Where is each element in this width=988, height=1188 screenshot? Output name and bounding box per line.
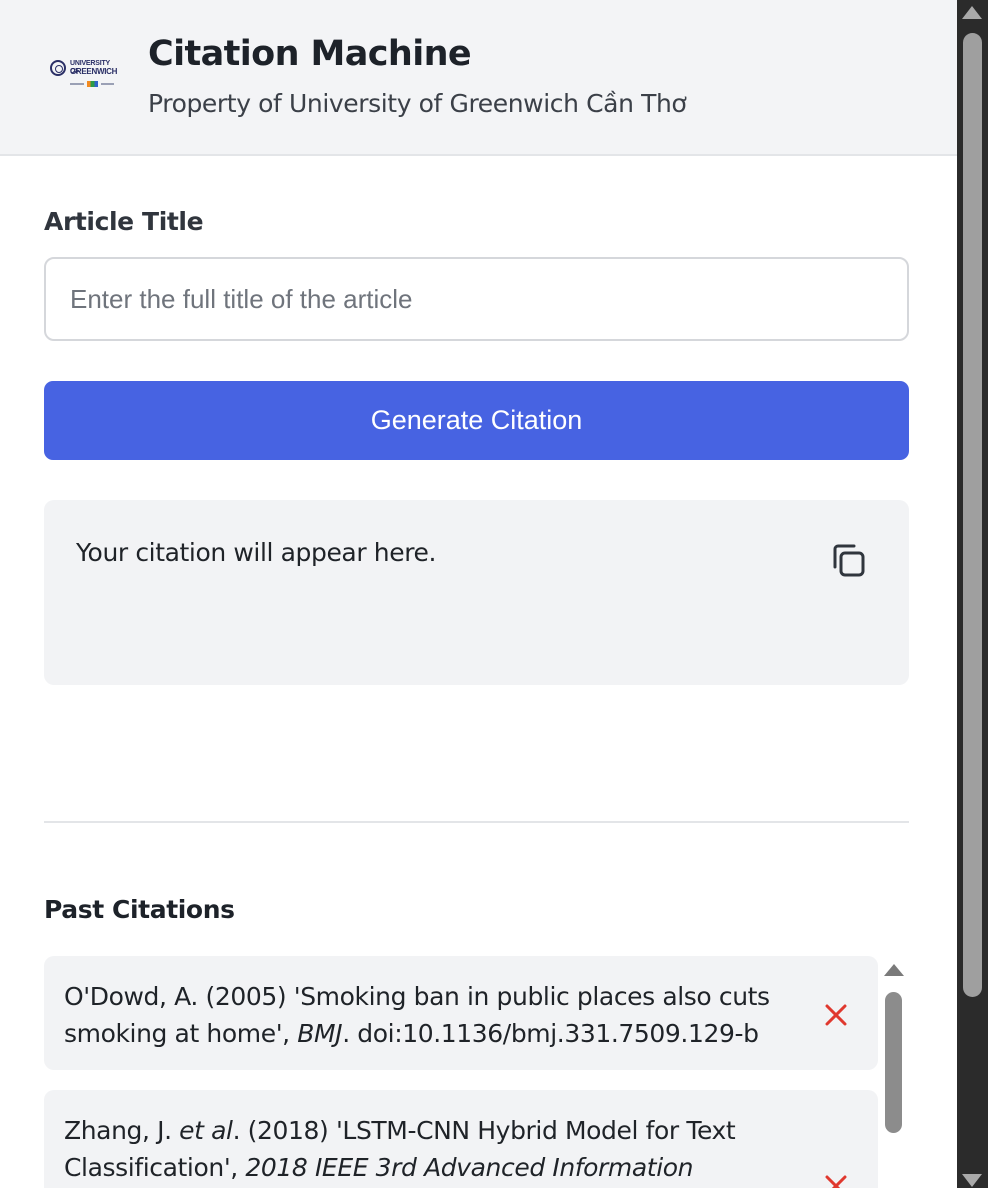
delete-citation-icon[interactable] bbox=[822, 1001, 850, 1029]
article-title-input[interactable] bbox=[44, 257, 909, 341]
past-citation-text: O'Dowd, A. (2005) 'Smoking ban in public… bbox=[64, 982, 770, 1048]
app-title: Citation Machine bbox=[148, 34, 472, 74]
past-citations-heading: Past Citations bbox=[44, 895, 235, 924]
scroll-up-arrow-icon[interactable] bbox=[962, 6, 982, 19]
past-citations-scrollbar[interactable] bbox=[878, 956, 908, 1188]
list-item: Zhang, J. et al. (2018) 'LSTM-CNN Hybrid… bbox=[44, 1090, 878, 1188]
delete-citation-icon[interactable] bbox=[822, 1172, 850, 1188]
scrollbar-thumb[interactable] bbox=[885, 992, 902, 1133]
article-title-label: Article Title bbox=[44, 207, 204, 236]
app-subtitle: Property of University of Greenwich Cần … bbox=[148, 89, 687, 118]
list-item: O'Dowd, A. (2005) 'Smoking ban in public… bbox=[44, 956, 878, 1070]
scroll-up-arrow-icon[interactable] bbox=[884, 964, 904, 976]
citation-output-panel: Your citation will appear here. bbox=[44, 500, 909, 685]
past-citations-list: O'Dowd, A. (2005) 'Smoking ban in public… bbox=[44, 956, 906, 1188]
scrollbar-thumb[interactable] bbox=[963, 33, 982, 997]
copy-icon[interactable] bbox=[828, 540, 870, 582]
university-logo: UNIVERSITY OF GREENWICH bbox=[50, 58, 118, 90]
app-header: UNIVERSITY OF GREENWICH Citation Machine… bbox=[0, 0, 957, 156]
university-seal-icon bbox=[50, 60, 66, 76]
logo-partner-strip bbox=[70, 81, 114, 87]
citation-output-text: Your citation will appear here. bbox=[76, 538, 437, 567]
section-divider bbox=[44, 821, 909, 823]
logo-text-line2: GREENWICH bbox=[70, 67, 118, 76]
past-citation-text: Zhang, J. et al. (2018) 'LSTM-CNN Hybrid… bbox=[64, 1116, 736, 1182]
scroll-down-arrow-icon[interactable] bbox=[962, 1174, 982, 1187]
generate-citation-button[interactable]: Generate Citation bbox=[44, 381, 909, 460]
window-scrollbar[interactable] bbox=[957, 0, 988, 1188]
citation-machine-page: UNIVERSITY OF GREENWICH Citation Machine… bbox=[0, 0, 957, 1188]
